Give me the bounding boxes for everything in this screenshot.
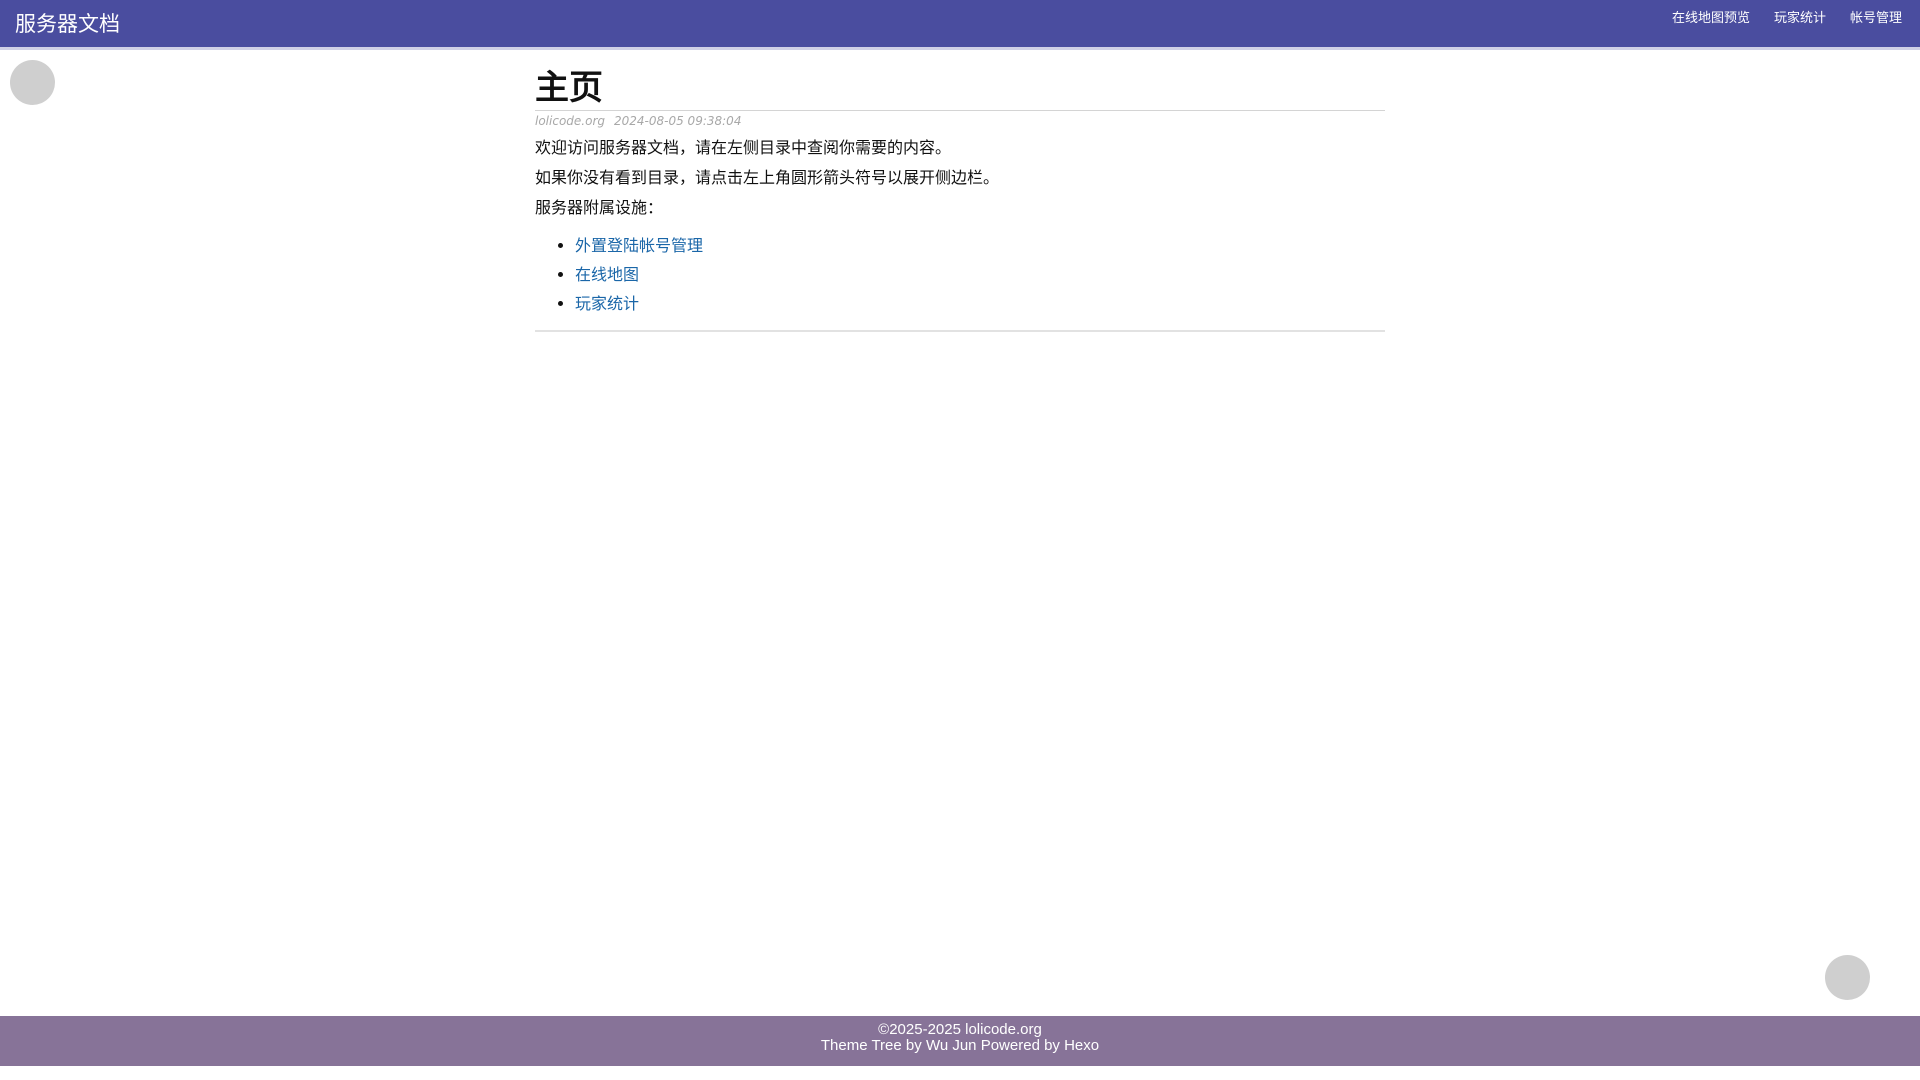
content-divider bbox=[535, 330, 1385, 332]
post-site: lolicode.org bbox=[535, 114, 605, 128]
post-meta: lolicode.org 2024-08-05 09:38:04 bbox=[535, 114, 1385, 128]
intro-paragraph: 欢迎访问服务器文档，请在左侧目录中查阅你需要的内容。 bbox=[535, 138, 952, 157]
link-external-login-accounts[interactable]: 外置登陆帐号管理 bbox=[575, 236, 703, 255]
sidebar-toggle-button[interactable] bbox=[10, 60, 55, 105]
post-datetime: 2024-08-05 09:38:04 bbox=[614, 114, 742, 128]
top-navbar: 服务器文档 在线地图预览 玩家统计 帐号管理 bbox=[0, 0, 1920, 50]
footer-by: by bbox=[905, 1037, 922, 1054]
nav-link-player-stats[interactable]: 玩家统计 bbox=[1774, 10, 1826, 28]
list-item: 在线地图 bbox=[575, 260, 1385, 289]
main-content: 主页 lolicode.org 2024-08-05 09:38:04 欢迎访问服… bbox=[535, 66, 1385, 340]
site-brand-link[interactable]: 服务器文档 bbox=[15, 10, 120, 38]
page-title: 主页 bbox=[535, 66, 1385, 111]
footer-credits: Theme Tree by Wu Jun Powered by Hexo bbox=[0, 1038, 1920, 1054]
facilities-list: 外置登陆帐号管理 在线地图 玩家统计 bbox=[535, 231, 1385, 318]
sidebar-hint-paragraph: 如果你没有看到目录，请点击左上角圆形箭头符号以展开侧边栏。 bbox=[535, 168, 1000, 187]
link-online-map[interactable]: 在线地图 bbox=[575, 265, 639, 284]
facilities-heading: 服务器附属设施： bbox=[535, 198, 664, 217]
link-player-stats[interactable]: 玩家统计 bbox=[575, 294, 639, 313]
top-nav-links: 在线地图预览 玩家统计 帐号管理 bbox=[1672, 10, 1902, 28]
footer-powered-by: Powered by bbox=[980, 1037, 1060, 1054]
nav-link-map-preview[interactable]: 在线地图预览 bbox=[1672, 10, 1750, 28]
list-item: 外置登陆帐号管理 bbox=[575, 231, 1385, 260]
footer-theme-prefix: Theme bbox=[820, 1037, 868, 1054]
footer-copyright: ©2025-2025 lolicode.org bbox=[878, 1021, 1042, 1038]
scroll-to-top-button[interactable] bbox=[1825, 955, 1870, 1000]
footer-author-link[interactable]: Wu Jun bbox=[926, 1037, 977, 1054]
list-item: 玩家统计 bbox=[575, 289, 1385, 318]
nav-link-account-management[interactable]: 帐号管理 bbox=[1850, 10, 1902, 28]
footer-theme-link[interactable]: Tree bbox=[871, 1037, 901, 1054]
footer-engine-link[interactable]: Hexo bbox=[1064, 1037, 1099, 1054]
page-footer: ©2025-2025 lolicode.org Theme Tree by Wu… bbox=[0, 1016, 1920, 1066]
